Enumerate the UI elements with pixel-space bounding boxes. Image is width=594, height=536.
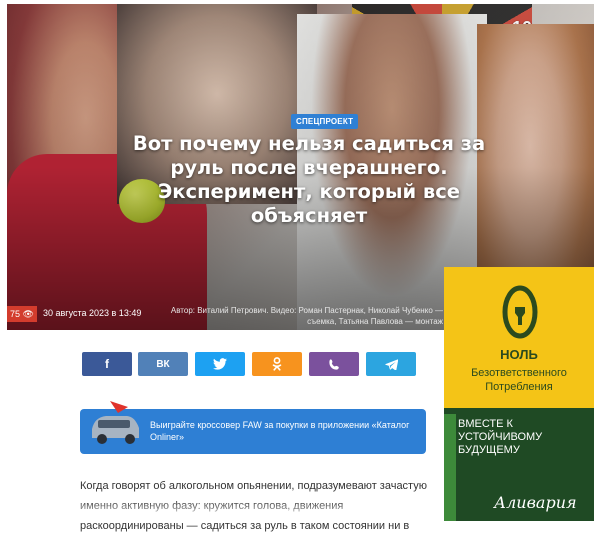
share-facebook-button[interactable]: f [82,352,132,376]
article-headline: Вот почему нельзя садиться за руль после… [132,132,486,227]
share-twitter-button[interactable] [195,352,245,376]
viber-icon [328,358,339,370]
advertisement[interactable]: НОЛЬ Безответственного Потребления ВМЕСТ… [444,267,594,521]
ad-cta-text: ВМЕСТЕ К УСТОЙЧИВОМУ БУДУЩЕМУ [458,418,543,456]
car-icon [92,401,139,444]
ad-green-stripe [444,414,456,521]
facebook-icon: f [105,357,109,371]
publish-date: 30 августа 2023 в 13:49 [43,308,142,318]
ad-subtitle: Безответственного Потребления [471,367,567,393]
ad-top-panel: НОЛЬ Безответственного Потребления [444,267,594,408]
share-odnoklassniki-button[interactable] [252,352,302,376]
share-telegram-button[interactable] [366,352,416,376]
zero-bottle-logo [502,285,538,339]
ad-title: НОЛЬ [500,347,538,362]
promo-text: Выиграйте кроссовер FAW за покупки в при… [150,420,410,442]
odnoklassniki-icon [272,357,282,371]
views-counter: 75 👁 [7,306,37,322]
telegram-icon [384,358,398,370]
twitter-icon [213,358,227,370]
share-viber-button[interactable] [309,352,359,376]
promo-banner[interactable]: Выиграйте кроссовер FAW за покупки в при… [80,401,426,454]
text-fade [0,500,440,521]
ad-bottom-panel: ВМЕСТЕ К УСТОЙЧИВОМУ БУДУЩЕМУ Аливария [444,408,594,521]
author-credits: Автор: Виталий Петрович. Видео: Роман Па… [170,306,443,326]
special-project-badge[interactable]: СПЕЦПРОЕКТ [291,114,359,129]
vk-icon: ВК [156,358,170,370]
ad-brand: Аливария [494,493,577,512]
share-vk-button[interactable]: ВК [138,352,188,376]
